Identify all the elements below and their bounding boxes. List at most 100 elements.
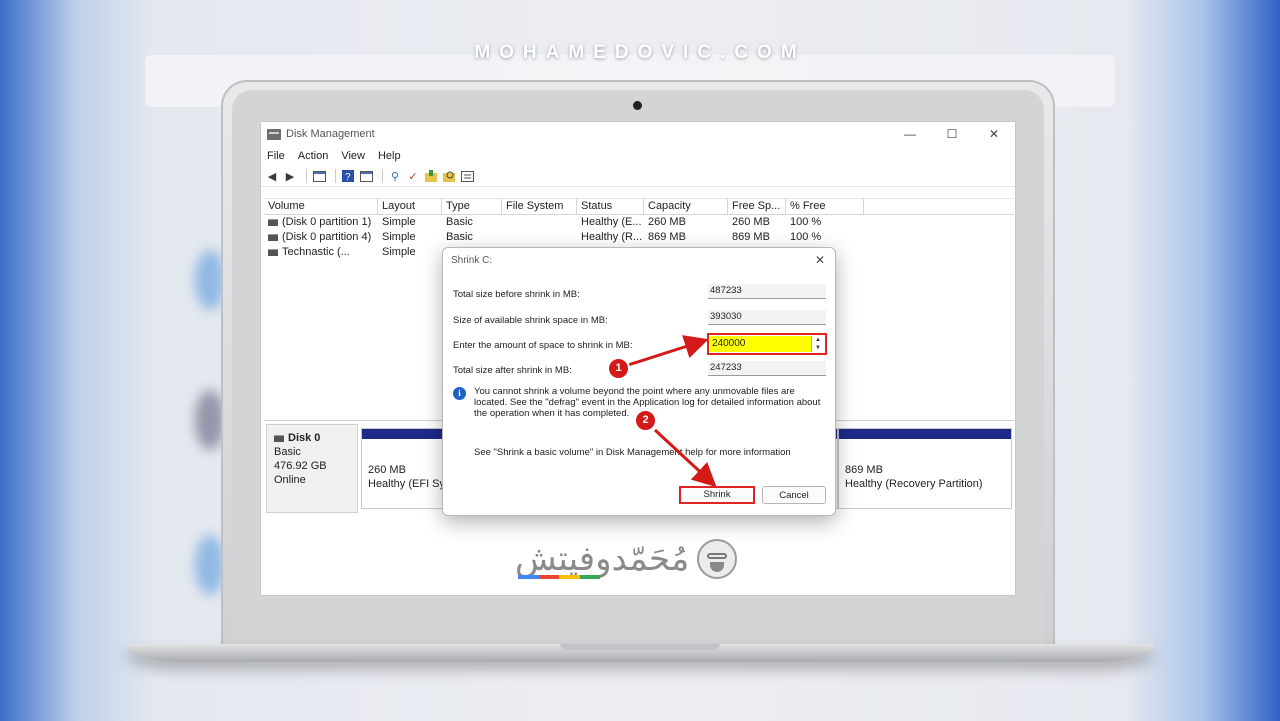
partition-recovery[interactable]: 869 MB Healthy (Recovery Partition) [838,428,1012,509]
table-cell: 100 % [790,231,822,243]
step-1-badge: 1 [607,357,630,380]
total-after-value: 247233 [708,361,826,376]
table-cell: Technastic (... [264,245,378,260]
partition-bar [839,429,1011,439]
shrink-button[interactable]: Shrink [679,486,755,504]
table-cell: Simple [382,231,416,243]
table-cell [502,230,577,245]
table-cell: 100 % [790,216,822,228]
partition-text: 869 MB Healthy (Recovery Partition) [839,439,1011,491]
stripe-green [579,575,600,579]
table-row[interactable]: (Disk 0 partition 4) Simple Basic Health… [264,230,1014,245]
table-cell: 260 MB [732,216,770,228]
column-file-system[interactable]: File System [502,199,577,214]
table-cell: (Disk 0 partition 4) [264,230,378,245]
camera-icon [633,101,642,110]
table-cell: Basic [446,231,473,243]
total-before-value: 487233 [708,284,826,299]
column-capacity[interactable]: Capacity [644,199,728,214]
title-bar: Disk Management — ☐ ✕ [261,122,1015,146]
total-before-label: Total size before shrink in MB: [453,289,580,300]
table-cell: 869 MB [732,231,770,243]
minimize-button[interactable]: — [889,127,931,141]
partition-text: 260 MB Healthy (EFI Syst [362,439,450,491]
shrink-amount-label: Enter the amount of space to shrink in M… [453,340,633,351]
svg-text:?: ? [345,172,351,182]
table-cell: Simple [382,246,416,258]
disk-type: Basic [274,446,301,458]
spin-down-icon[interactable]: ▼ [812,344,824,352]
disk-info[interactable]: Disk 0 Basic 476.92 GB Online [266,424,358,513]
disk-state: Online [274,474,306,486]
stripe-red [538,575,559,579]
table-cell: Simple [382,216,416,228]
shrink-amount-input[interactable]: 240000 ▲ ▼ [707,333,827,355]
column-free-space[interactable]: Free Sp... [728,199,786,214]
menu-action[interactable]: Action [298,150,329,162]
dialog-close-button[interactable]: ✕ [815,253,825,267]
menu-bar: File Action View Help [261,146,1015,166]
site-title: MOHAMEDOVIC.COM [474,42,806,63]
watermark-stripe [518,575,600,579]
cancel-button[interactable]: Cancel [762,486,826,504]
disk-name: Disk 0 [288,432,321,444]
column-type[interactable]: Type [442,199,502,214]
drive-icon [268,233,278,241]
new-folder-icon[interactable] [424,170,438,183]
table-cell [502,215,577,230]
menu-help[interactable]: Help [378,150,401,162]
close-button[interactable]: ✕ [973,127,1015,141]
step-2-badge: 2 [634,409,657,432]
spin-stepper[interactable]: ▲ ▼ [811,336,824,352]
volume-name: (Disk 0 partition 1) [282,216,372,228]
table-cell: Healthy (R... [581,231,643,243]
laptop-notch [560,644,720,650]
drive-icon [268,218,278,226]
toolbar-divider [306,169,307,183]
drive-icon [268,248,278,256]
volume-name: Technastic (... [282,246,350,258]
console-tree-icon[interactable] [312,170,326,183]
partition-status: Healthy (Recovery Partition) [845,478,983,490]
column-volume[interactable]: Volume [264,199,378,214]
partition-size: 869 MB [845,464,883,476]
settings-icon[interactable] [460,170,474,183]
partition-status: Healthy (EFI Syst [368,478,450,490]
check-icon[interactable]: ✓ [406,170,420,183]
column-status[interactable]: Status [577,199,644,214]
toolbar-divider [335,169,336,183]
menu-file[interactable]: File [267,150,285,162]
search-icon[interactable] [442,170,456,183]
info-icon: i [453,387,466,400]
column-percent-free[interactable]: % Free [786,199,864,214]
available-space-label: Size of available shrink space in MB: [453,315,608,326]
spin-up-icon[interactable]: ▲ [812,336,824,344]
toolbar: ◀ ▶ ? ⚲ ✓ [261,166,1015,187]
available-space-value: 393030 [708,310,826,325]
table-cell: Basic [446,216,473,228]
help-link-text: See "Shrink a basic volume" in Disk Mana… [474,447,791,458]
toolbar-divider [382,169,383,183]
help-icon[interactable]: ? [341,170,355,183]
partition-efi[interactable]: 260 MB Healthy (EFI Syst [361,428,451,509]
maximize-button[interactable]: ☐ [931,127,973,141]
properties-icon[interactable] [359,170,373,183]
back-arrow-icon[interactable]: ◀ [265,170,279,183]
column-layout[interactable]: Layout [378,199,442,214]
connect-icon[interactable]: ⚲ [388,170,402,183]
forward-arrow-icon[interactable]: ▶ [283,170,297,183]
stripe-blue [518,575,539,579]
menu-view[interactable]: View [341,150,365,162]
disk-management-icon [267,128,281,140]
shrink-dialog: Shrink C: ✕ Total size before shrink in … [442,247,836,516]
table-cell: (Disk 0 partition 1) [264,215,378,230]
shrink-amount-value[interactable]: 240000 [710,336,812,352]
table-cell: Healthy (E... [581,216,642,228]
table-row[interactable]: (Disk 0 partition 1) Simple Basic Health… [264,215,1014,230]
watermark-text: مُحَمّدوفيتش [515,539,690,579]
disk-size: 476.92 GB [274,460,327,472]
window-title: Disk Management [286,128,375,140]
table-cell: 869 MB [648,231,686,243]
partition-size: 260 MB [368,464,406,476]
volume-name: (Disk 0 partition 4) [282,231,372,243]
